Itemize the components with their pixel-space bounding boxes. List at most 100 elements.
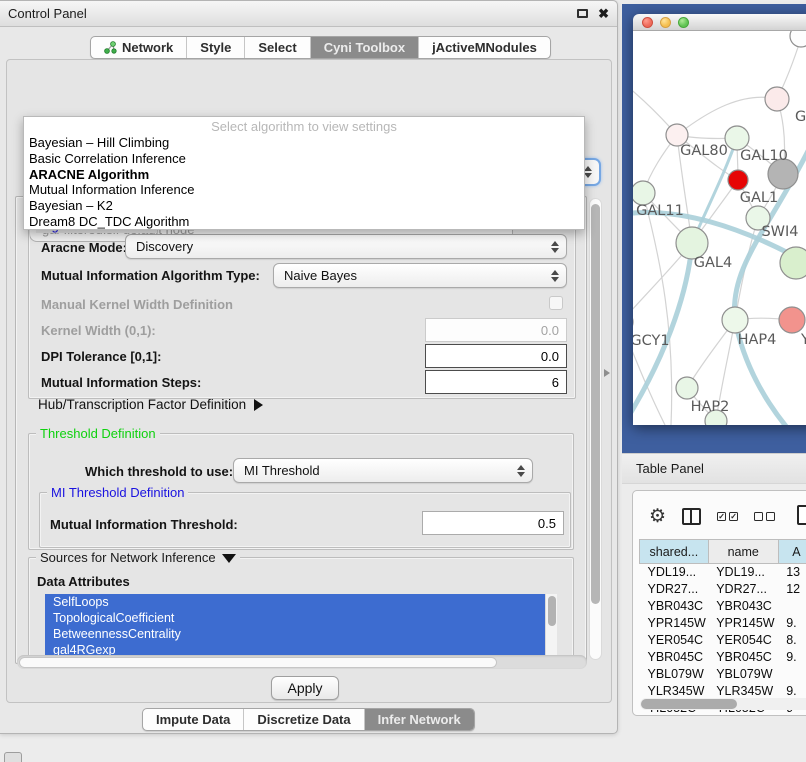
column-header[interactable]: name (708, 540, 778, 564)
combo-spinner-icon (584, 166, 591, 178)
popup-item[interactable]: Mutual Information Inference (24, 182, 584, 198)
tab-select[interactable]: Select (244, 37, 309, 58)
node-label: GCY1 (633, 333, 670, 349)
network-desktop: GALGAL80GAL10GAL1GAL11SWI4GAL4GCY1HAP4YH… (622, 4, 806, 453)
mi-threshold-definition-title: MI Threshold Definition (47, 485, 188, 500)
table-panel-title: Table Panel (636, 461, 704, 476)
network-canvas[interactable]: GALGAL80GAL10GAL1GAL11SWI4GAL4GCY1HAP4YH… (633, 31, 806, 425)
network-view-window[interactable]: GALGAL80GAL10GAL1GAL11SWI4GAL4GCY1HAP4YH… (633, 14, 806, 425)
node-label: GAL4 (694, 255, 732, 271)
tab-style[interactable]: Style (186, 37, 244, 58)
mi-steps-field[interactable]: 6 (425, 370, 567, 394)
network-node[interactable] (779, 307, 805, 333)
popup-hint: Select algorithm to view settings (24, 118, 584, 135)
network-node[interactable] (790, 31, 806, 47)
attribute-item[interactable]: SelfLoops (45, 594, 557, 610)
network-node[interactable] (722, 307, 748, 333)
manual-kernel-checkbox[interactable] (549, 296, 563, 310)
data-attributes-list[interactable]: SelfLoopsTopologicalCoefficientBetweenne… (45, 594, 557, 658)
gear-icon[interactable]: ⚙ (649, 507, 666, 526)
threshold-definition-group: Threshold Definition Which threshold to … (28, 433, 574, 550)
mi-algorithm-type-combo[interactable]: Naive Bayes (273, 263, 567, 288)
aracne-mode-combo[interactable]: Discovery (125, 234, 567, 259)
attribute-item[interactable]: TopologicalCoefficient (45, 610, 557, 626)
network-node[interactable] (676, 377, 698, 399)
close-icon[interactable]: ✖ (598, 7, 609, 20)
table-panel: ⚙ ✓✓ shared...nameA YDL19...YDL19...13YD… (632, 490, 806, 716)
table-row[interactable]: YPR145WYPR145W9. (640, 615, 806, 632)
popup-item[interactable]: Basic Correlation Inference (24, 151, 584, 167)
split-pane-icon[interactable] (682, 508, 701, 525)
table-horizontal-scrollbar[interactable] (640, 698, 806, 710)
network-node[interactable] (765, 87, 789, 111)
mi-threshold-field[interactable]: 0.5 (422, 511, 564, 535)
kernel-width-label: Kernel Width (0,1): (41, 323, 156, 338)
popup-item[interactable]: Dream8 DC_TDC Algorithm (24, 214, 584, 230)
dpi-tolerance-field[interactable]: 0.0 (425, 344, 567, 368)
close-traffic-icon[interactable] (642, 17, 653, 28)
table-horizontal-scrollbar-thumb[interactable] (641, 699, 737, 709)
maximize-traffic-icon[interactable] (678, 17, 689, 28)
table-row[interactable]: YDR27...YDR27...12 (640, 581, 806, 598)
network-node[interactable] (728, 170, 748, 190)
table-row[interactable]: YBR045CYBR045C9. (640, 649, 806, 666)
settings-vertical-scrollbar[interactable] (589, 198, 602, 660)
apply-button[interactable]: Apply (271, 676, 339, 700)
table-panel-header[interactable]: Table Panel (622, 453, 806, 484)
minimize-traffic-icon[interactable] (660, 17, 671, 28)
which-threshold-combo[interactable]: MI Threshold (233, 458, 533, 483)
network-node[interactable] (633, 181, 655, 205)
node-label: GAL10 (740, 148, 788, 164)
column-header[interactable]: shared... (640, 540, 709, 564)
settings-horizontal-scrollbar-thumb[interactable] (19, 657, 497, 668)
network-edge[interactable] (643, 193, 672, 425)
algorithm-dropdown-popup: Select algorithm to view settings Bayesi… (23, 116, 585, 230)
network-node[interactable] (725, 126, 749, 150)
tab-network[interactable]: Network (91, 37, 186, 58)
network-node[interactable] (780, 247, 806, 279)
table-row[interactable]: YBR043CYBR043C (640, 598, 806, 615)
table-row[interactable]: YER054CYER054C8. (640, 632, 806, 649)
dpi-tolerance-value: 0.0 (541, 349, 559, 364)
attributes-scrollbar[interactable] (545, 594, 557, 658)
splitter-collapse-icon[interactable] (604, 369, 610, 377)
collapsed-panel-icon[interactable] (4, 752, 22, 762)
float-panel-icon[interactable] (577, 9, 588, 18)
table-row[interactable]: YLR345WYLR345W9. (640, 683, 806, 700)
which-threshold-value: MI Threshold (244, 463, 320, 478)
column-header[interactable]: A (778, 540, 806, 564)
network-graph: GALGAL80GAL10GAL1GAL11SWI4GAL4GCY1HAP4YH… (633, 31, 806, 425)
tab-jactivemodules[interactable]: jActiveMNodules (418, 37, 550, 58)
hub-tf-definition-toggle[interactable]: Hub/Transcription Factor Definition (38, 397, 263, 412)
tab-impute-data[interactable]: Impute Data (143, 709, 243, 730)
mi-type-value: Naive Bayes (284, 268, 357, 283)
settings-horizontal-scrollbar[interactable] (17, 655, 587, 669)
attribute-item[interactable]: BetweennessCentrality (45, 626, 557, 642)
tab-cyni-toolbox[interactable]: Cyni Toolbox (310, 37, 418, 58)
data-attributes-label: Data Attributes (37, 574, 130, 589)
document-icon[interactable] (797, 505, 806, 525)
network-window-titlebar[interactable] (633, 14, 806, 31)
settings-vertical-scrollbar-thumb[interactable] (591, 204, 600, 604)
popup-item[interactable]: Bayesian – K2 (24, 198, 584, 214)
select-all-icon[interactable]: ✓✓ (717, 512, 738, 521)
tab-infer-network[interactable]: Infer Network (364, 709, 474, 730)
collapse-down-icon (222, 554, 236, 563)
mi-steps-label: Mutual Information Steps: (41, 375, 201, 390)
deselect-all-icon[interactable] (754, 512, 775, 521)
attributes-scrollbar-thumb[interactable] (548, 596, 556, 626)
sources-group-title[interactable]: Sources for Network Inference (36, 550, 240, 565)
table-row[interactable]: YBL079WYBL079W (640, 666, 806, 683)
popup-item[interactable]: Bayesian – Hill Climbing (24, 135, 584, 151)
tab-discretize-data[interactable]: Discretize Data (243, 709, 363, 730)
table-row[interactable]: YDL19...YDL19...13 (640, 564, 806, 581)
popup-item[interactable]: ARACNE Algorithm (24, 167, 584, 183)
control-panel-titlebar[interactable]: Control Panel ✖ (0, 1, 617, 27)
node-table[interactable]: shared...nameA YDL19...YDL19...13YDR27..… (639, 539, 806, 716)
kernel-width-field[interactable]: 0.0 (425, 318, 567, 342)
popup-item-list: Bayesian – Hill ClimbingBasic Correlatio… (24, 135, 584, 230)
node-label: GAL (795, 109, 806, 125)
network-edge[interactable] (677, 97, 777, 135)
algorithm-definition-group: Algorithm Definition Aracne Mode: Discov… (28, 225, 576, 399)
table-toolbar: ⚙ ✓✓ (633, 501, 806, 531)
